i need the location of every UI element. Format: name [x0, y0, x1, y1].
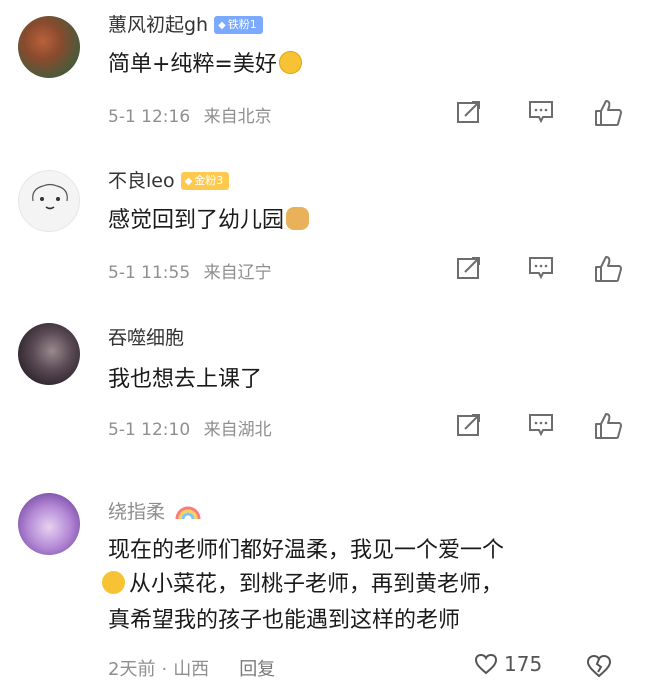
- laughing-emoji-icon: [102, 571, 125, 594]
- separator: ·: [161, 659, 168, 680]
- comment-text-line-2: 从小菜花，到桃子老师，再到黄老师，: [100, 568, 503, 602]
- action-bar: [455, 254, 625, 282]
- reply-button[interactable]: 回复: [239, 659, 275, 680]
- avatar[interactable]: [18, 323, 80, 385]
- like-icon[interactable]: [593, 98, 623, 128]
- avatar[interactable]: [18, 16, 80, 78]
- like-button[interactable]: 175: [474, 652, 542, 676]
- comment-line: 从小菜花，到桃子老师，再到黄老师，: [129, 572, 504, 597]
- avatar[interactable]: [18, 170, 80, 232]
- diamond-icon: ◆: [184, 176, 193, 187]
- cat-emoji-icon: [286, 207, 310, 230]
- like-count: 175: [504, 652, 543, 676]
- comment-date: 5-1 12:10: [108, 420, 191, 440]
- share-icon[interactable]: [455, 411, 483, 439]
- comment-icon[interactable]: [527, 411, 555, 439]
- share-icon[interactable]: [455, 254, 483, 282]
- username[interactable]: 绕指柔: [108, 497, 201, 524]
- comment-location: 来自湖北: [203, 420, 272, 440]
- broken-heart-icon[interactable]: [586, 654, 612, 678]
- comment-location: 来自辽宁: [203, 263, 272, 283]
- comment-meta: 5-1 12:10 来自湖北: [108, 415, 280, 440]
- comment-location: 山西: [173, 659, 210, 680]
- comment-text: 我也想去上课了: [108, 367, 263, 392]
- comment-text: 简单+纯粹=美好: [108, 46, 302, 78]
- comment-line: 现在的老师们都好温柔，我见一个爱一个: [108, 538, 505, 563]
- comment-location: 来自北京: [203, 107, 272, 127]
- comment-line: 真希望我的孩子也能遇到这样的老师: [108, 608, 461, 633]
- heart-icon: [474, 653, 498, 675]
- smile-emoji-icon: [278, 51, 302, 74]
- rainbow-icon: [169, 501, 201, 523]
- comment-date: 5-1 12:16: [108, 107, 191, 127]
- comment-text: 现在的老师们都好温柔，我见一个爱一个: [108, 534, 504, 568]
- comment-icon[interactable]: [527, 98, 555, 126]
- like-icon[interactable]: [593, 411, 623, 441]
- comment-time: 2天前: [108, 659, 156, 680]
- comment-meta: 5-1 11:55 来自辽宁: [108, 258, 280, 283]
- avatar[interactable]: [18, 493, 80, 555]
- username[interactable]: 吞噬细胞: [108, 323, 184, 350]
- fan-badge: ◆ 金粉3: [180, 172, 230, 190]
- comment-text-line-3: 真希望我的孩子也能遇到这样的老师: [108, 604, 460, 638]
- username[interactable]: 不良leo ◆ 金粉3: [108, 166, 230, 193]
- like-icon[interactable]: [593, 254, 623, 284]
- action-bar: [455, 411, 625, 439]
- share-icon[interactable]: [455, 98, 483, 126]
- username[interactable]: 蕙风初起gh ◆ 铁粉1: [108, 10, 263, 37]
- comment-icon[interactable]: [527, 254, 555, 282]
- fan-badge: ◆ 铁粉1: [214, 16, 263, 34]
- cartoon-face-icon: [32, 183, 68, 210]
- diamond-icon: ◆: [218, 20, 226, 31]
- comment-footer: 2天前 · 山西 回复: [108, 655, 275, 681]
- comment-date: 5-1 11:55: [108, 263, 191, 283]
- action-bar: [455, 98, 625, 126]
- comment-text: 感觉回到了幼儿园: [108, 202, 310, 234]
- comment-meta: 5-1 12:16 来自北京: [108, 102, 280, 127]
